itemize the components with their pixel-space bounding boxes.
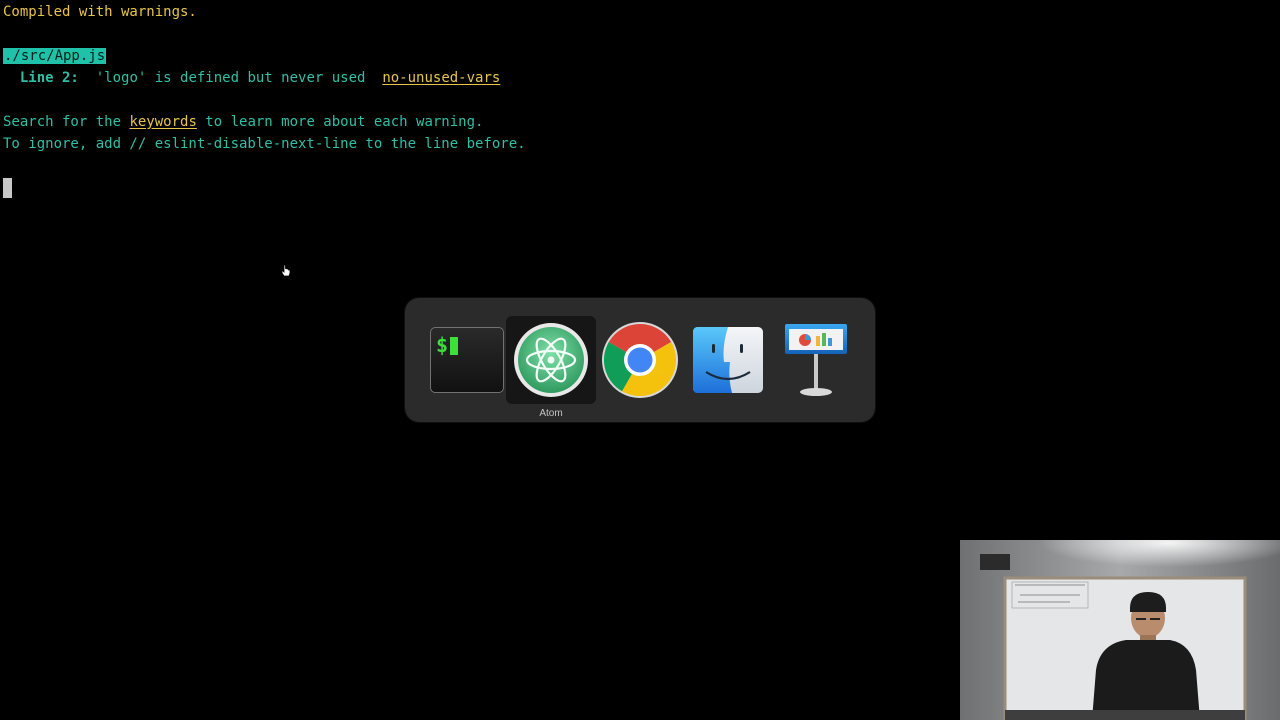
app-switcher-label: Atom	[539, 408, 563, 419]
app-switcher[interactable]: $ Atom	[405, 298, 875, 422]
warning-message: 'logo' is defined but never used	[95, 70, 366, 86]
terminal-icon: $	[430, 327, 504, 393]
app-switcher-item-keynote[interactable]	[771, 316, 861, 404]
hint-search-row: Search for the keywords to learn more ab…	[3, 112, 483, 132]
app-switcher-item-chrome[interactable]	[595, 316, 685, 404]
hint-ignore-row: To ignore, add // eslint-disable-next-li…	[3, 134, 526, 154]
hand-pointer-icon	[281, 264, 291, 277]
svg-text:$: $	[436, 333, 448, 357]
warning-file-row: ./src/App.js	[3, 46, 107, 66]
chrome-icon	[602, 322, 678, 398]
hint-search-after: to learn more about each warning.	[196, 114, 484, 130]
warning-row: Line 2: 'logo' is defined but never used…	[3, 68, 500, 88]
keynote-icon	[785, 324, 847, 396]
app-switcher-item-finder[interactable]	[683, 316, 773, 404]
compile-status: Compiled with warnings.	[3, 4, 197, 20]
terminal-cursor	[3, 178, 12, 198]
warning-file-path: ./src/App.js	[3, 48, 107, 64]
warning-rule: no-unused-vars	[382, 70, 501, 86]
app-switcher-item-atom[interactable]: Atom	[506, 316, 596, 419]
webcam-video	[960, 540, 1280, 720]
hint-keyword: keywords	[129, 114, 197, 130]
warning-line-label: Line 2:	[19, 70, 79, 86]
webcam-overlay	[960, 540, 1280, 720]
hint-search-before: Search for the	[3, 114, 130, 130]
atom-icon	[514, 323, 588, 397]
app-switcher-item-terminal[interactable]: $	[422, 316, 512, 404]
finder-icon	[693, 327, 763, 393]
hint-ignore-text: To ignore, add // eslint-disable-next-li…	[3, 136, 526, 152]
